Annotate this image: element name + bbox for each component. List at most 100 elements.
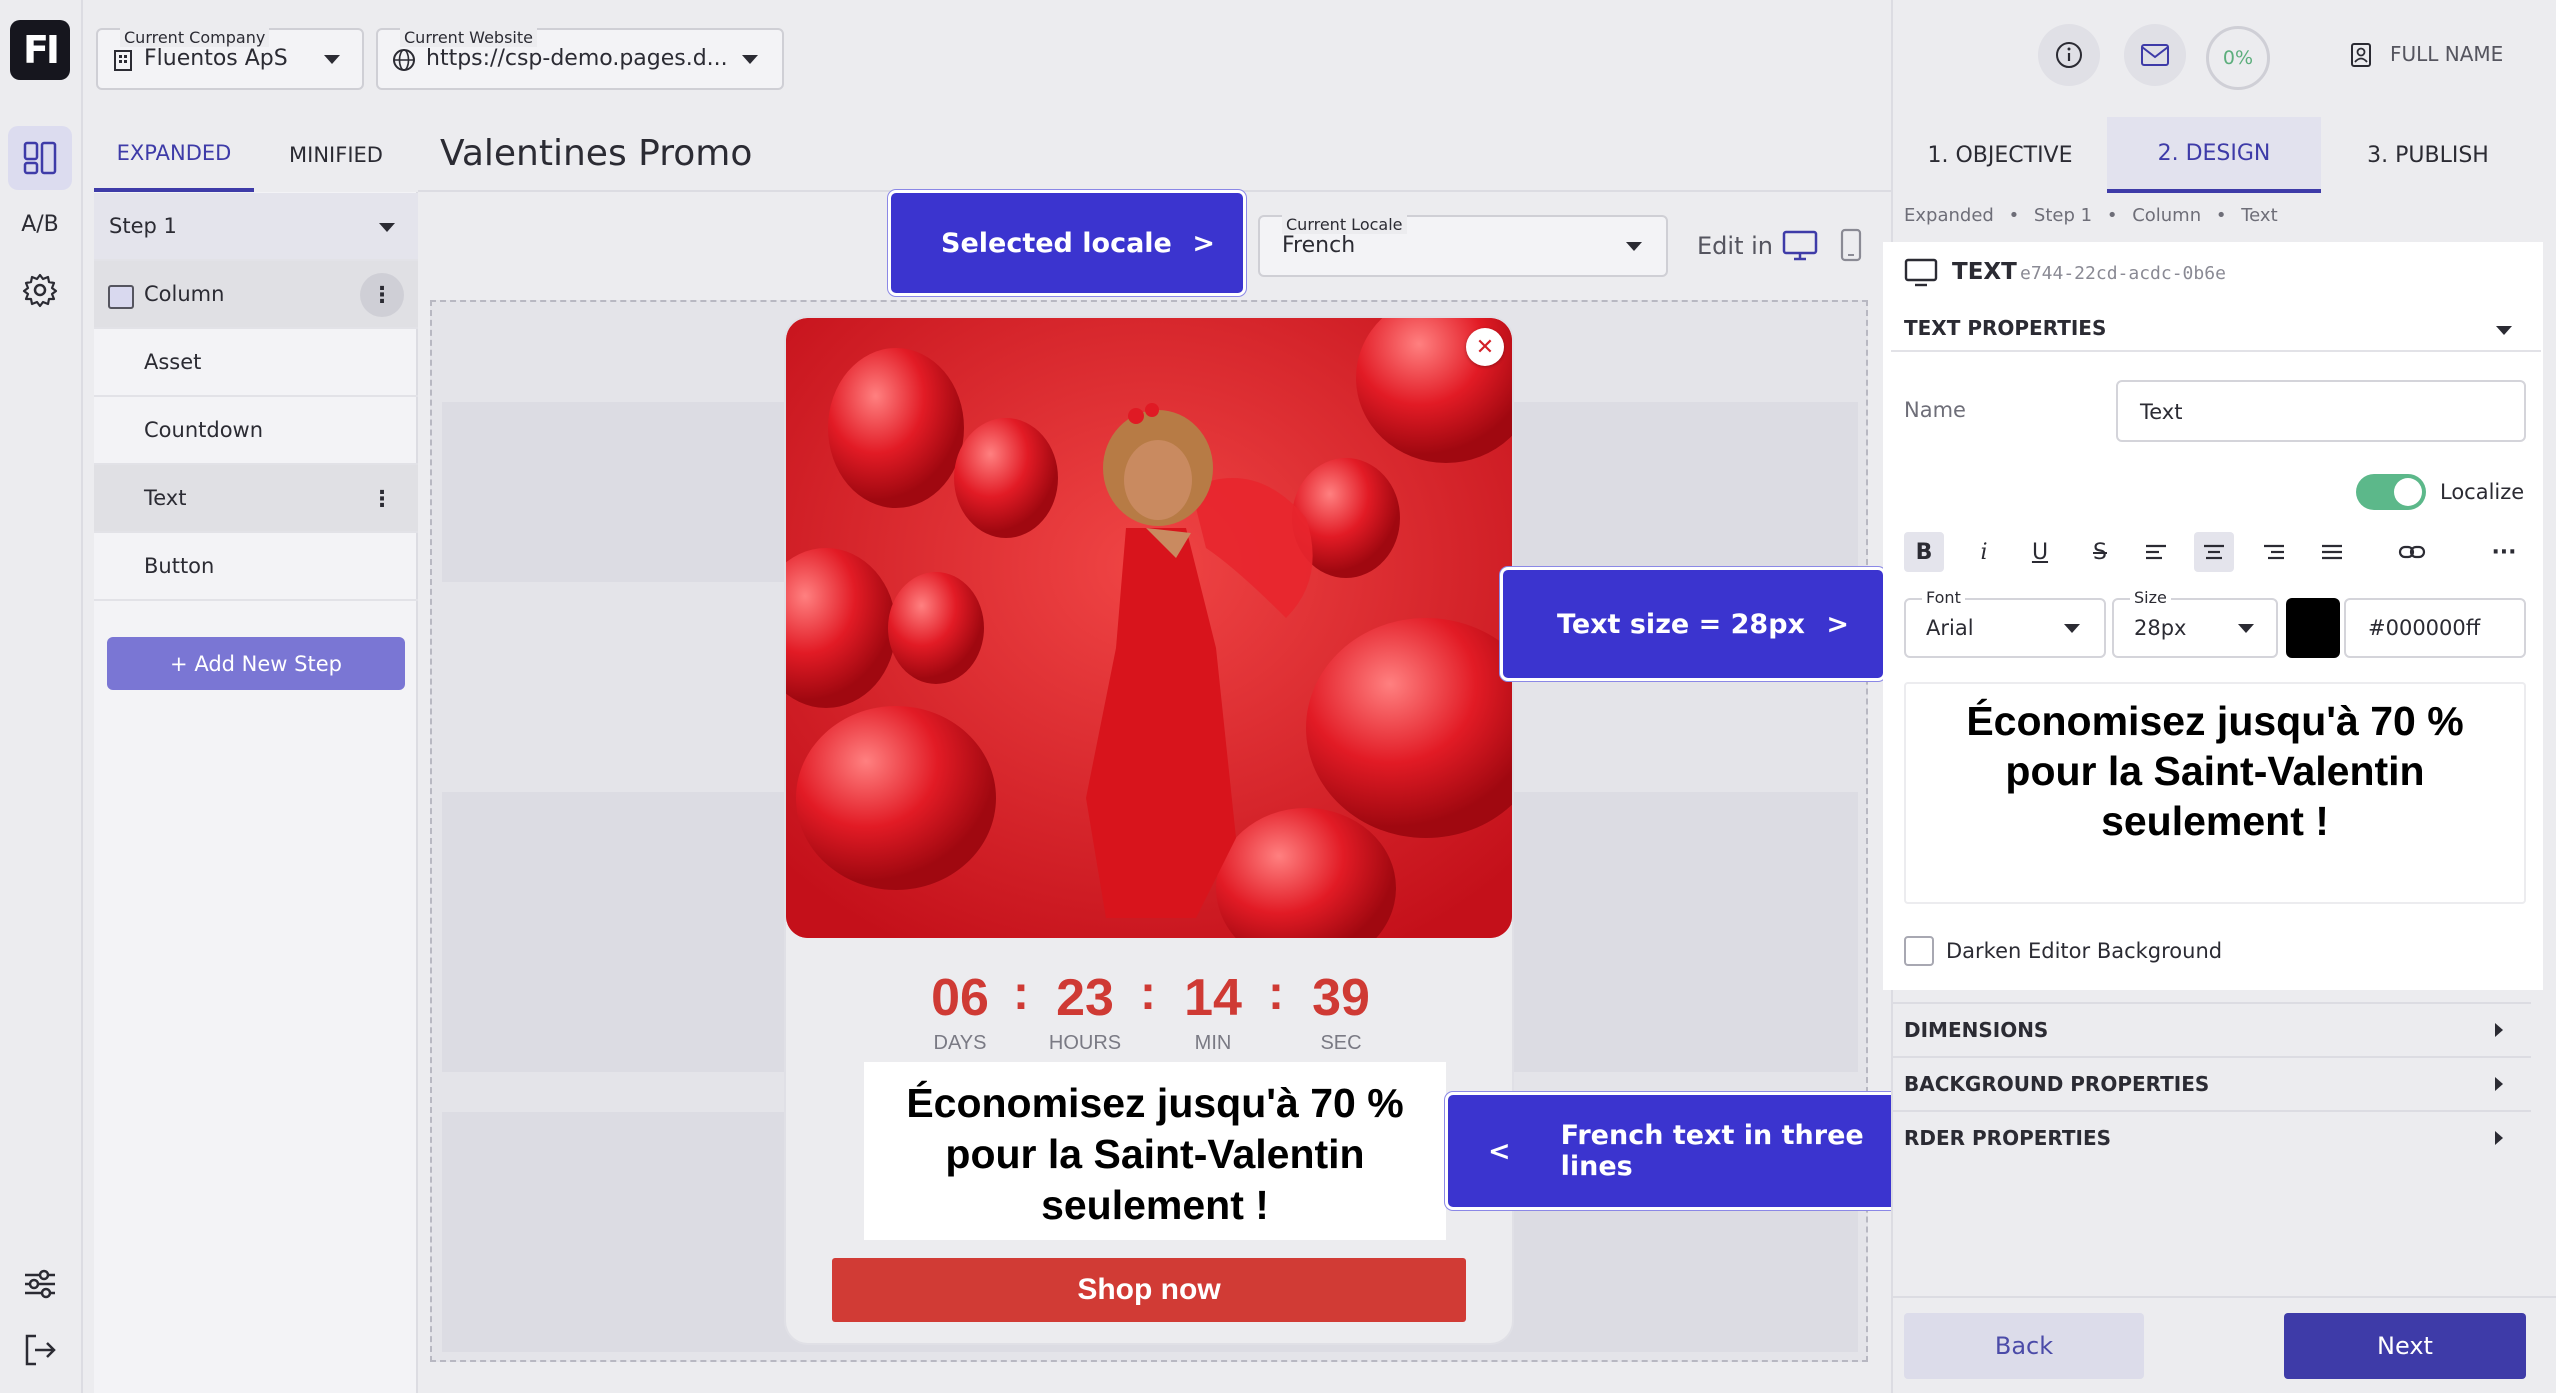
valentine-photo <box>786 318 1512 938</box>
editor-line: seulement ! <box>2101 798 2329 844</box>
add-new-step-button[interactable]: + Add New Step <box>107 637 405 690</box>
divider <box>1891 1296 2556 1298</box>
tree-item-asset[interactable]: Asset <box>94 329 418 397</box>
company-select[interactable]: Current Company Fluentos ApS <box>96 28 364 90</box>
promo-line: pour la Saint-Valentin <box>945 1131 1365 1177</box>
chevron-down-icon <box>1626 242 1642 251</box>
darken-background-checkbox[interactable] <box>1904 936 1934 966</box>
close-icon: ✕ <box>1475 334 1495 360</box>
tab-design[interactable]: 2. DESIGN <box>2107 117 2321 193</box>
website-select[interactable]: Current Website https://csp-demo.pages.d… <box>376 28 784 90</box>
info-button[interactable] <box>2038 24 2100 86</box>
toggle-knob <box>2394 478 2422 506</box>
tree-item-text[interactable]: Text ⋮ <box>94 465 418 533</box>
ab-test-nav-button[interactable]: A/B <box>8 192 72 256</box>
breadcrumb-item[interactable]: Column <box>2132 205 2201 226</box>
messages-button[interactable] <box>2124 24 2186 86</box>
hero-image <box>786 318 1512 938</box>
tree-item-label: Button <box>144 554 215 578</box>
shop-now-button[interactable]: Shop now <box>832 1258 1466 1322</box>
font-select[interactable]: Font Arial <box>1904 588 2106 658</box>
layout-nav-button[interactable] <box>8 126 72 190</box>
localize-toggle[interactable] <box>2356 474 2426 510</box>
locale-select[interactable]: Current Locale French <box>1258 215 1668 277</box>
tab-publish[interactable]: 3. PUBLISH <box>2321 117 2535 193</box>
color-input[interactable]: #000000ff <box>2344 598 2526 658</box>
tab-expanded[interactable]: EXPANDED <box>94 117 254 192</box>
element-type: TEXT <box>1952 259 2017 285</box>
info-icon <box>2056 42 2082 68</box>
user-profile-icon <box>2351 43 2371 67</box>
countdown-sec-label: SEC <box>1320 1032 1362 1054</box>
size-label: Size <box>2130 588 2171 607</box>
more-options-button[interactable]: ··· <box>2484 532 2524 572</box>
kebab-menu-icon[interactable]: ⋮ <box>360 477 404 521</box>
align-left-button[interactable] <box>2136 532 2176 572</box>
align-center-icon <box>2204 544 2224 560</box>
link-button[interactable] <box>2392 532 2432 572</box>
mobile-icon[interactable] <box>1840 228 1862 262</box>
link-icon <box>2398 545 2426 559</box>
breadcrumb-item[interactable]: Expanded <box>1904 205 1994 226</box>
align-left-icon <box>2146 544 2166 560</box>
tree-item-label: Asset <box>144 350 202 374</box>
tree-item-column[interactable]: Column ⋮ <box>94 261 418 329</box>
logout-button[interactable] <box>8 1318 72 1382</box>
underline-button[interactable]: U <box>2020 532 2060 572</box>
progress-indicator: 0% <box>2206 26 2270 90</box>
chevron-down-icon[interactable] <box>2496 326 2512 335</box>
tab-objective[interactable]: 1. OBJECTIVE <box>1893 117 2107 193</box>
section-border[interactable]: RDER PROPERTIES <box>1891 1110 2531 1164</box>
section-background[interactable]: BACKGROUND PROPERTIES <box>1891 1056 2531 1110</box>
logout-icon <box>25 1334 56 1366</box>
name-label: Name <box>1904 398 1966 422</box>
tree-item-countdown[interactable]: Countdown <box>94 397 418 465</box>
kebab-menu-icon[interactable]: ⋮ <box>360 273 404 317</box>
website-value: https://csp-demo.pages.d... <box>426 46 728 71</box>
close-popup-button[interactable]: ✕ <box>1466 328 1504 366</box>
align-right-button[interactable] <box>2254 532 2294 572</box>
app-logo: FI <box>10 20 70 80</box>
align-center-button[interactable] <box>2194 532 2234 572</box>
countdown-days: 06 <box>931 969 989 1027</box>
back-button[interactable]: Back <box>1904 1313 2144 1379</box>
breadcrumb-item[interactable]: Step 1 <box>2034 205 2092 226</box>
mail-icon <box>2141 44 2169 66</box>
callout-text: French text in three lines <box>1560 1120 1864 1182</box>
page-title: Valentines Promo <box>440 133 753 174</box>
text-editor[interactable]: Économisez jusqu'à 70 % pour la Saint-Va… <box>1904 682 2526 904</box>
countdown-min: 14 <box>1184 969 1242 1027</box>
color-value: #000000ff <box>2368 616 2481 640</box>
callout-french-text: < French text in three lines <box>1445 1092 1935 1210</box>
chevron-right-icon <box>2495 1023 2503 1037</box>
globe-icon <box>393 49 415 71</box>
next-button[interactable]: Next <box>2284 1313 2526 1379</box>
section-dimensions[interactable]: DIMENSIONS <box>1891 1002 2531 1056</box>
tree-item-button[interactable]: Button <box>94 533 418 601</box>
column-checkbox[interactable] <box>108 285 134 309</box>
desktop-icon[interactable] <box>1782 230 1818 262</box>
website-label: Current Website <box>400 28 537 47</box>
filters-nav-button[interactable] <box>8 1252 72 1316</box>
color-swatch[interactable] <box>2286 598 2340 658</box>
desktop-icon <box>1904 258 1938 287</box>
breadcrumb-separator: • <box>2215 205 2227 226</box>
name-input[interactable]: Text <box>2116 380 2526 442</box>
strikethrough-button[interactable]: S <box>2080 532 2120 572</box>
chevron-down-icon <box>379 223 395 232</box>
step-select[interactable]: Step 1 <box>94 193 418 261</box>
settings-nav-button[interactable] <box>8 258 72 322</box>
callout-text: Selected locale <box>941 227 1172 259</box>
italic-button[interactable]: i <box>1964 532 2004 572</box>
align-justify-button[interactable] <box>2312 532 2352 572</box>
user-name[interactable]: FULL NAME <box>2390 42 2503 66</box>
bold-button[interactable]: B <box>1904 532 1944 572</box>
countdown-separator: : <box>1013 967 1029 1020</box>
countdown-min-label: MIN <box>1194 1032 1232 1054</box>
element-tree: EXPANDED MINIFIED Step 1 Column ⋮ Asset … <box>94 117 418 1393</box>
chevron-down-icon <box>2238 624 2254 633</box>
tab-minified[interactable]: MINIFIED <box>254 117 418 192</box>
promo-text[interactable]: Économisez jusqu'à 70 % pour la Saint-Va… <box>864 1062 1446 1240</box>
size-select[interactable]: Size 28px <box>2112 588 2278 658</box>
editor-line: Économisez jusqu'à 70 % <box>1966 698 2464 744</box>
